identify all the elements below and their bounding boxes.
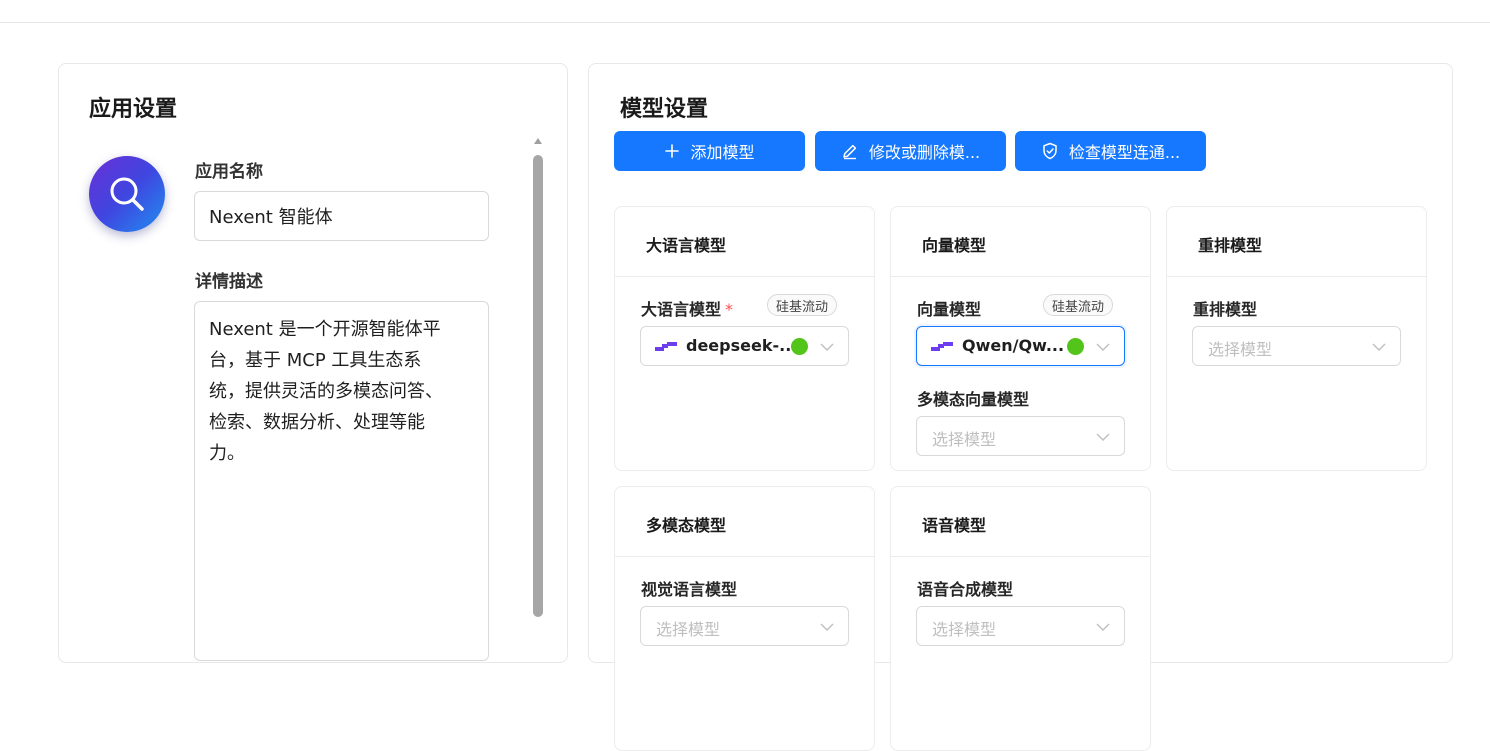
embedding-model-select[interactable]: Qwen/Qw... <box>916 326 1125 366</box>
llm-card-title: 大语言模型 <box>646 236 727 255</box>
llm-field-label-text: 大语言模型 <box>641 300 722 319</box>
embedding-model-card: 向量模型 向量模型 硅基流动 Qwen/Qw... 多模态向量模型 选择模型 <box>890 206 1151 471</box>
select-placeholder: 选择模型 <box>932 430 997 449</box>
connection-status-dot <box>791 338 808 355</box>
embedding-card-title: 向量模型 <box>922 236 987 255</box>
chevron-down-icon <box>1372 343 1386 351</box>
siliconflow-logo-icon <box>655 342 677 351</box>
app-description-textarea[interactable]: Nexent 是一个开源智能体平 台，基于 MCP 工具生态系 统，提供灵活的多… <box>194 301 489 661</box>
select-placeholder: 选择模型 <box>656 620 721 639</box>
llm-provider-tag: 硅基流动 <box>767 294 838 316</box>
shield-check-icon <box>1043 142 1057 160</box>
voice-card-title: 语音模型 <box>922 516 987 535</box>
multimodal-card-title: 多模态模型 <box>646 516 727 535</box>
embedding-field-label: 向量模型 <box>917 300 982 319</box>
chevron-down-icon <box>1096 623 1110 631</box>
llm-field-label: 大语言模型 * <box>641 296 733 320</box>
llm-card-header: 大语言模型 <box>615 207 874 277</box>
plus-icon <box>665 144 680 158</box>
tts-model-select[interactable]: 选择模型 <box>916 606 1125 646</box>
scrollbar-thumb[interactable] <box>533 155 543 617</box>
app-settings-panel: 应用设置 应用名称 Nexent 智能体 详情描述 Nexent 是一个开源智能… <box>58 63 568 663</box>
rerank-card-header: 重排模型 <box>1167 207 1426 277</box>
rerank-card-title: 重排模型 <box>1198 236 1263 255</box>
model-settings-title: 模型设置 <box>620 97 709 122</box>
rerank-field-label: 重排模型 <box>1193 300 1258 319</box>
check-connectivity-button-label: 检查模型连通... <box>1068 143 1181 162</box>
embedding-card-header: 向量模型 <box>891 207 1150 277</box>
chevron-down-icon <box>1096 343 1110 351</box>
embedding-provider-tag: 硅基流动 <box>1043 294 1114 316</box>
scroll-up-arrow-icon[interactable] <box>534 138 542 144</box>
voice-model-card: 语音模型 语音合成模型 选择模型 <box>890 486 1151 751</box>
chevron-down-icon <box>1096 433 1110 441</box>
connection-status-dot <box>1067 338 1084 355</box>
vision-language-select[interactable]: 选择模型 <box>640 606 849 646</box>
embedding-selected-model: Qwen/Qw... <box>962 336 1065 355</box>
app-name-label: 应用名称 <box>195 162 263 182</box>
required-mark: * <box>725 300 734 319</box>
multimodal-model-card: 多模态模型 视觉语言模型 选择模型 <box>614 486 875 751</box>
edit-delete-model-button-label: 修改或删除模... <box>868 143 981 162</box>
search-icon <box>110 177 144 211</box>
edit-delete-model-button[interactable]: 修改或删除模... <box>815 131 1006 171</box>
llm-model-card: 大语言模型 大语言模型 * 硅基流动 deepseek-... <box>614 206 875 471</box>
multimodal-embedding-select[interactable]: 选择模型 <box>916 416 1125 456</box>
add-model-button-label: 添加模型 <box>690 143 755 162</box>
llm-selected-model: deepseek-... <box>686 336 798 355</box>
app-description-label: 详情描述 <box>195 272 263 292</box>
app-settings-title: 应用设置 <box>89 97 178 122</box>
llm-model-select[interactable]: deepseek-... <box>640 326 849 366</box>
multimodal-card-header: 多模态模型 <box>615 487 874 557</box>
voice-card-header: 语音模型 <box>891 487 1150 557</box>
model-settings-panel: 模型设置 添加模型 修改或删除模... 检查模型连通... 大语言模型 大语言模… <box>588 63 1453 751</box>
vision-language-label: 视觉语言模型 <box>641 580 738 599</box>
scrollbar[interactable] <box>531 138 545 618</box>
edit-icon <box>843 144 857 160</box>
chevron-down-icon <box>820 623 834 631</box>
check-connectivity-button[interactable]: 检查模型连通... <box>1015 131 1206 171</box>
top-bar <box>0 0 1490 23</box>
select-placeholder: 选择模型 <box>932 620 997 639</box>
multimodal-embedding-label: 多模态向量模型 <box>917 390 1030 409</box>
siliconflow-logo-icon <box>931 342 953 351</box>
chevron-down-icon <box>820 343 834 351</box>
app-avatar[interactable] <box>89 156 165 232</box>
app-name-input[interactable]: Nexent 智能体 <box>194 191 489 241</box>
rerank-model-card: 重排模型 重排模型 选择模型 <box>1166 206 1427 471</box>
tts-label: 语音合成模型 <box>917 580 1014 599</box>
rerank-model-select[interactable]: 选择模型 <box>1192 326 1401 366</box>
add-model-button[interactable]: 添加模型 <box>614 131 805 171</box>
select-placeholder: 选择模型 <box>1208 340 1273 359</box>
